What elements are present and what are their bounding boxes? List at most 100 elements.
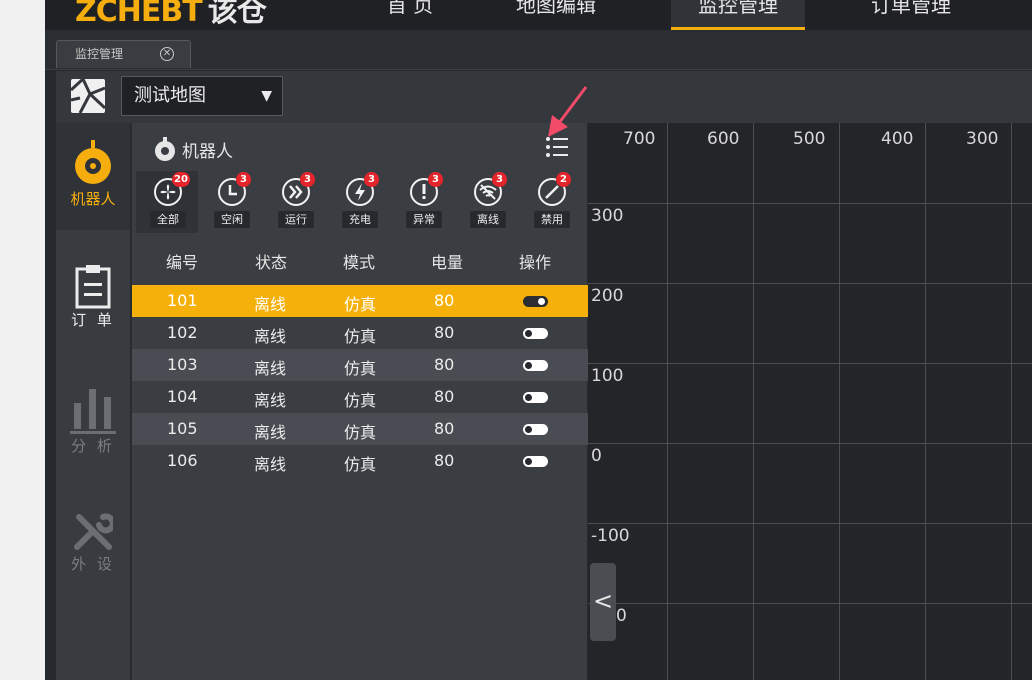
x-axis-label: 400 [881, 129, 914, 149]
cell-id: 104 [167, 387, 198, 406]
grid-line [925, 123, 926, 680]
rail-item-robots[interactable]: 机器人 [56, 123, 130, 230]
filter-idle[interactable]: 3 空闲 [200, 171, 262, 233]
filter-error[interactable]: 3 异常 [392, 171, 454, 233]
filter-running[interactable]: 3 运行 [264, 171, 326, 233]
rail-item-orders[interactable]: 订 单 [56, 263, 130, 343]
cell-id: 101 [167, 291, 198, 310]
y-axis-label: 0 [591, 446, 602, 466]
nav-item-monitor[interactable]: 监控管理 [671, 0, 805, 30]
cell-mode: 仿真 [344, 391, 377, 410]
filter-charging[interactable]: 3 充电 [328, 171, 390, 233]
chevron-left-icon: < [592, 587, 614, 615]
clipboard-icon [75, 265, 111, 309]
column-header-status[interactable]: 状态 [255, 249, 287, 273]
y-axis-label: -100 [591, 526, 630, 546]
tab-strip: 监控管理 ✕ [45, 30, 1032, 70]
rail-label: 订 单 [71, 311, 115, 329]
cell-status: 离线 [254, 327, 287, 346]
enable-toggle[interactable] [523, 424, 548, 435]
robot-panel: 机器人 20 全部 3 空闲 3 运行 3 充电 3 异常 3 离线 2 禁用 … [131, 86, 588, 680]
nav-item-home[interactable]: 首 页 [365, 0, 455, 30]
column-header-id[interactable]: 编号 [166, 249, 198, 273]
enable-toggle[interactable] [523, 392, 548, 403]
list-icon[interactable] [545, 135, 569, 159]
logo: ZCHEBT 该仓 [75, 0, 267, 29]
cell-id: 106 [167, 451, 198, 470]
grid-line [588, 363, 1032, 364]
enable-toggle[interactable] [523, 360, 548, 371]
filter-disabled[interactable]: 2 禁用 [520, 171, 582, 233]
filter-label: 充电 [342, 211, 378, 228]
y-axis-label: 200 [591, 286, 624, 306]
filter-label: 异常 [406, 211, 442, 228]
panel-header: 机器人 [132, 86, 588, 171]
robot-table-body: 101 离线 仿真 80 102 离线 仿真 80 103 离线 仿真 80 1… [132, 285, 588, 477]
grid-line [588, 283, 1032, 284]
column-header-action: 操作 [519, 253, 552, 272]
map-select[interactable]: 测试地图 ▼ [121, 76, 283, 116]
rail-label: 外 设 [71, 555, 115, 573]
rail-item-peripherals[interactable]: 外 设 [56, 513, 130, 593]
cell-id: 103 [167, 355, 198, 374]
cell-status: 离线 [254, 423, 287, 442]
grid-line [1011, 123, 1012, 680]
tab-label: 监控管理 [75, 47, 124, 61]
cell-mode: 仿真 [344, 359, 377, 378]
filter-count-badge: 3 [492, 172, 507, 187]
table-header: 编号 状态 模式 电量 操作 [132, 241, 588, 277]
enable-toggle[interactable] [523, 456, 548, 467]
nav-item-orders[interactable]: 订单管理 [851, 0, 971, 30]
filter-count-badge: 2 [556, 172, 571, 187]
grid-line [588, 523, 1032, 524]
table-row[interactable]: 101 离线 仿真 80 [132, 285, 588, 317]
cell-mode: 仿真 [344, 327, 377, 346]
filter-label: 离线 [470, 211, 506, 228]
map-canvas[interactable]: 700 600 500 400 300 300 200 100 0 -100 0… [588, 123, 1032, 680]
caret-down-icon: ▼ [261, 88, 272, 104]
tools-icon [74, 513, 113, 550]
filter-label: 全部 [150, 211, 186, 228]
y-axis-label: 300 [591, 206, 624, 226]
top-nav: ZCHEBT 该仓 首 页 地图编辑 监控管理 订单管理 [45, 0, 1032, 30]
rail-label: 分 析 [71, 437, 115, 455]
filter-count-badge: 3 [428, 172, 443, 187]
toggle-knob [525, 458, 532, 465]
y-axis-label: 0 [616, 606, 627, 626]
column-header-battery[interactable]: 电量 [431, 249, 463, 273]
nav-item-map-edit[interactable]: 地图编辑 [497, 0, 615, 30]
table-row[interactable]: 102 离线 仿真 80 [132, 317, 588, 349]
filter-count-badge: 20 [172, 172, 190, 187]
filter-offline[interactable]: 3 离线 [456, 171, 518, 233]
cell-status: 离线 [254, 391, 287, 410]
table-row[interactable]: 105 离线 仿真 80 [132, 413, 588, 445]
cell-status: 离线 [254, 295, 287, 314]
cell-battery: 80 [434, 387, 455, 406]
enable-toggle[interactable] [523, 296, 548, 307]
table-row[interactable]: 104 离线 仿真 80 [132, 381, 588, 413]
toggle-knob [525, 330, 532, 337]
rail-item-analysis[interactable]: 分 析 [56, 385, 130, 465]
close-icon[interactable]: ✕ [160, 47, 174, 61]
filter-all[interactable]: 20 全部 [136, 171, 198, 233]
filter-label: 禁用 [534, 211, 570, 228]
cell-id: 102 [167, 323, 198, 342]
grid-line [667, 123, 668, 680]
cell-mode: 仿真 [344, 295, 377, 314]
enable-toggle[interactable] [523, 328, 548, 339]
table-row[interactable]: 106 离线 仿真 80 [132, 445, 588, 477]
grid-line [588, 603, 1032, 604]
rail-label: 机器人 [70, 190, 116, 208]
table-row[interactable]: 103 离线 仿真 80 [132, 349, 588, 381]
x-axis-label: 600 [707, 129, 740, 149]
annotation-arrow-icon [548, 86, 588, 137]
robot-icon [155, 137, 175, 161]
x-axis-label: 500 [793, 129, 826, 149]
cell-mode: 仿真 [344, 455, 377, 474]
collapse-panel-button[interactable]: < [590, 563, 616, 641]
map-icon [70, 78, 106, 114]
column-header-mode[interactable]: 模式 [343, 249, 375, 273]
tab-monitor[interactable]: 监控管理 ✕ [56, 40, 191, 68]
cell-status: 离线 [254, 455, 287, 474]
cell-mode: 仿真 [344, 423, 377, 442]
